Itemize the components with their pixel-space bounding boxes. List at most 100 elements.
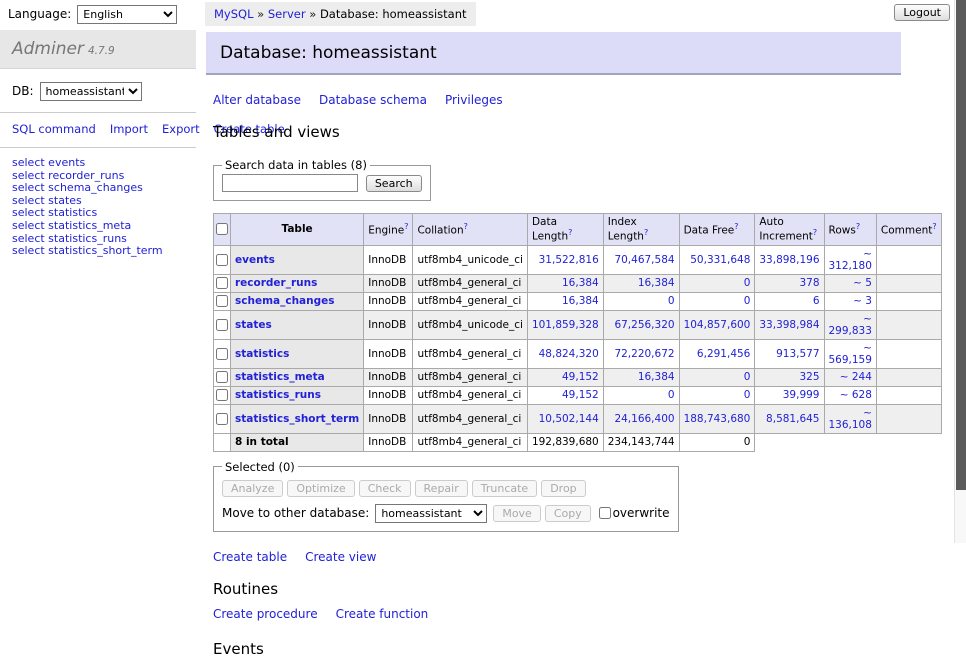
select-all-checkbox[interactable]	[216, 223, 228, 235]
column-help-link[interactable]: ?	[813, 228, 817, 237]
rows-link[interactable]: ~ 312,180	[829, 248, 872, 272]
rows-link[interactable]: ~ 3	[853, 295, 872, 307]
index-length-link[interactable]: 16,384	[638, 371, 675, 383]
index-length-link[interactable]: 67,256,320	[614, 319, 674, 331]
overwrite-checkbox[interactable]	[599, 507, 611, 519]
sidebar-table-link[interactable]: select statistics_short_term	[12, 245, 184, 258]
create-link[interactable]: Create view	[305, 550, 376, 564]
auto-increment-link[interactable]: 325	[799, 371, 819, 383]
data-length-link[interactable]: 48,824,320	[539, 348, 599, 360]
move-button[interactable]: Move	[493, 505, 541, 522]
copy-button[interactable]: Copy	[545, 505, 591, 522]
db-select[interactable]: homeassistant	[40, 82, 142, 101]
data-free-link[interactable]: 104,857,600	[684, 319, 751, 331]
index-length-link[interactable]: 16,384	[638, 277, 675, 289]
routine-link[interactable]: Create procedure	[213, 607, 318, 621]
bulk-action-button[interactable]: Truncate	[472, 480, 537, 497]
data-free-link[interactable]: 188,743,680	[684, 413, 751, 425]
language-select[interactable]: English	[77, 5, 177, 24]
sidebar-nav-link[interactable]: Import	[110, 122, 148, 136]
tables-header-row: TableEngine?Collation?Data Length?Index …	[214, 214, 942, 246]
breadcrumb-link[interactable]: Server	[268, 7, 306, 21]
auto-increment-link[interactable]: 33,898,196	[759, 254, 819, 266]
data-free-link[interactable]: 6,291,456	[697, 348, 750, 360]
bulk-action-button[interactable]: Drop	[541, 480, 585, 497]
sidebar-nav-link[interactable]: Export	[162, 122, 200, 136]
database-action-link[interactable]: Database schema	[319, 93, 427, 107]
move-db-select[interactable]: homeassistant	[375, 504, 487, 523]
index-length-link[interactable]: 70,467,584	[614, 254, 674, 266]
data-free-link[interactable]: 0	[744, 295, 751, 307]
table-name-link[interactable]: statistics_runs	[235, 389, 321, 401]
data-free-link[interactable]: 0	[744, 389, 751, 401]
row-checkbox[interactable]	[216, 319, 228, 331]
bulk-action-button[interactable]: Check	[359, 480, 411, 497]
data-free-link[interactable]: 50,331,648	[690, 254, 750, 266]
vertical-scrollbar[interactable]	[954, 0, 966, 543]
search-button[interactable]: Search	[366, 175, 422, 192]
column-help-link[interactable]: ?	[856, 222, 860, 231]
data-length-link[interactable]: 101,859,328	[532, 319, 599, 331]
row-checkbox[interactable]	[216, 295, 228, 307]
index-length-link[interactable]: 24,166,400	[614, 413, 674, 425]
index-length-link[interactable]: 72,220,672	[614, 348, 674, 360]
column-help-link[interactable]: ?	[734, 222, 738, 231]
index-length-link[interactable]: 0	[668, 295, 675, 307]
row-checkbox[interactable]	[216, 413, 228, 425]
row-checkbox[interactable]	[216, 389, 228, 401]
row-checkbox[interactable]	[216, 277, 228, 289]
row-checkbox[interactable]	[216, 348, 228, 360]
sidebar-nav-link[interactable]: SQL command	[12, 122, 96, 136]
data-free-cell: 0	[679, 386, 755, 404]
breadcrumb-link[interactable]: MySQL	[214, 7, 254, 21]
routine-link[interactable]: Create function	[336, 607, 429, 621]
sidebar-table-link[interactable]: select statistics_meta	[12, 220, 184, 233]
data-length-link[interactable]: 16,384	[562, 277, 599, 289]
search-input[interactable]	[222, 174, 358, 192]
column-help-link[interactable]: ?	[644, 228, 648, 237]
row-checkbox[interactable]	[216, 254, 228, 266]
table-name-link[interactable]: statistics	[235, 348, 289, 360]
table-name-link[interactable]: states	[235, 319, 272, 331]
data-free-link[interactable]: 0	[744, 371, 751, 383]
rows-link[interactable]: ~ 628	[840, 389, 872, 401]
data-length-link[interactable]: 49,152	[562, 389, 599, 401]
table-name-link[interactable]: events	[235, 254, 275, 266]
database-action-link[interactable]: Privileges	[445, 93, 503, 107]
column-help-link[interactable]: ?	[932, 222, 936, 231]
column-help-link[interactable]: ?	[404, 222, 408, 231]
table-name-link[interactable]: recorder_runs	[235, 277, 317, 289]
database-action-link[interactable]: Alter database	[213, 93, 301, 107]
table-name-link[interactable]: schema_changes	[235, 295, 335, 307]
data-length-link[interactable]: 49,152	[562, 371, 599, 383]
auto-increment-link[interactable]: 6	[813, 295, 820, 307]
auto-increment-link[interactable]: 33,398,984	[759, 319, 819, 331]
rows-link[interactable]: ~ 5	[853, 277, 872, 289]
auto-increment-link[interactable]: 39,999	[783, 389, 820, 401]
data-length-link[interactable]: 31,522,816	[539, 254, 599, 266]
column-help-link[interactable]: ?	[568, 228, 572, 237]
data-length-link[interactable]: 16,384	[562, 295, 599, 307]
sidebar-table-link[interactable]: select schema_changes	[12, 182, 184, 195]
bulk-action-button[interactable]: Analyze	[222, 480, 283, 497]
auto-increment-link[interactable]: 8,581,645	[766, 413, 819, 425]
auto-increment-link[interactable]: 378	[799, 277, 819, 289]
rows-link[interactable]: ~ 136,108	[829, 407, 872, 431]
data-length-link[interactable]: 10,502,144	[539, 413, 599, 425]
rows-link[interactable]: ~ 299,833	[829, 313, 872, 337]
rows-link[interactable]: ~ 569,159	[829, 342, 872, 366]
bulk-action-button[interactable]: Optimize	[287, 480, 354, 497]
table-name-link[interactable]: statistics_short_term	[235, 413, 359, 425]
rows-link[interactable]: ~ 244	[840, 371, 872, 383]
adminer-logo[interactable]: Adminer	[12, 39, 84, 59]
table-name-link[interactable]: statistics_meta	[235, 371, 325, 383]
create-link[interactable]: Create table	[213, 550, 287, 564]
scrollbar-thumb[interactable]	[956, 0, 966, 490]
row-checkbox[interactable]	[216, 371, 228, 383]
data-free-link[interactable]: 0	[744, 277, 751, 289]
column-help-link[interactable]: ?	[464, 222, 468, 231]
bulk-action-button[interactable]: Repair	[415, 480, 468, 497]
sidebar-table-link[interactable]: select events	[12, 157, 184, 170]
index-length-link[interactable]: 0	[668, 389, 675, 401]
auto-increment-link[interactable]: 913,577	[776, 348, 819, 360]
